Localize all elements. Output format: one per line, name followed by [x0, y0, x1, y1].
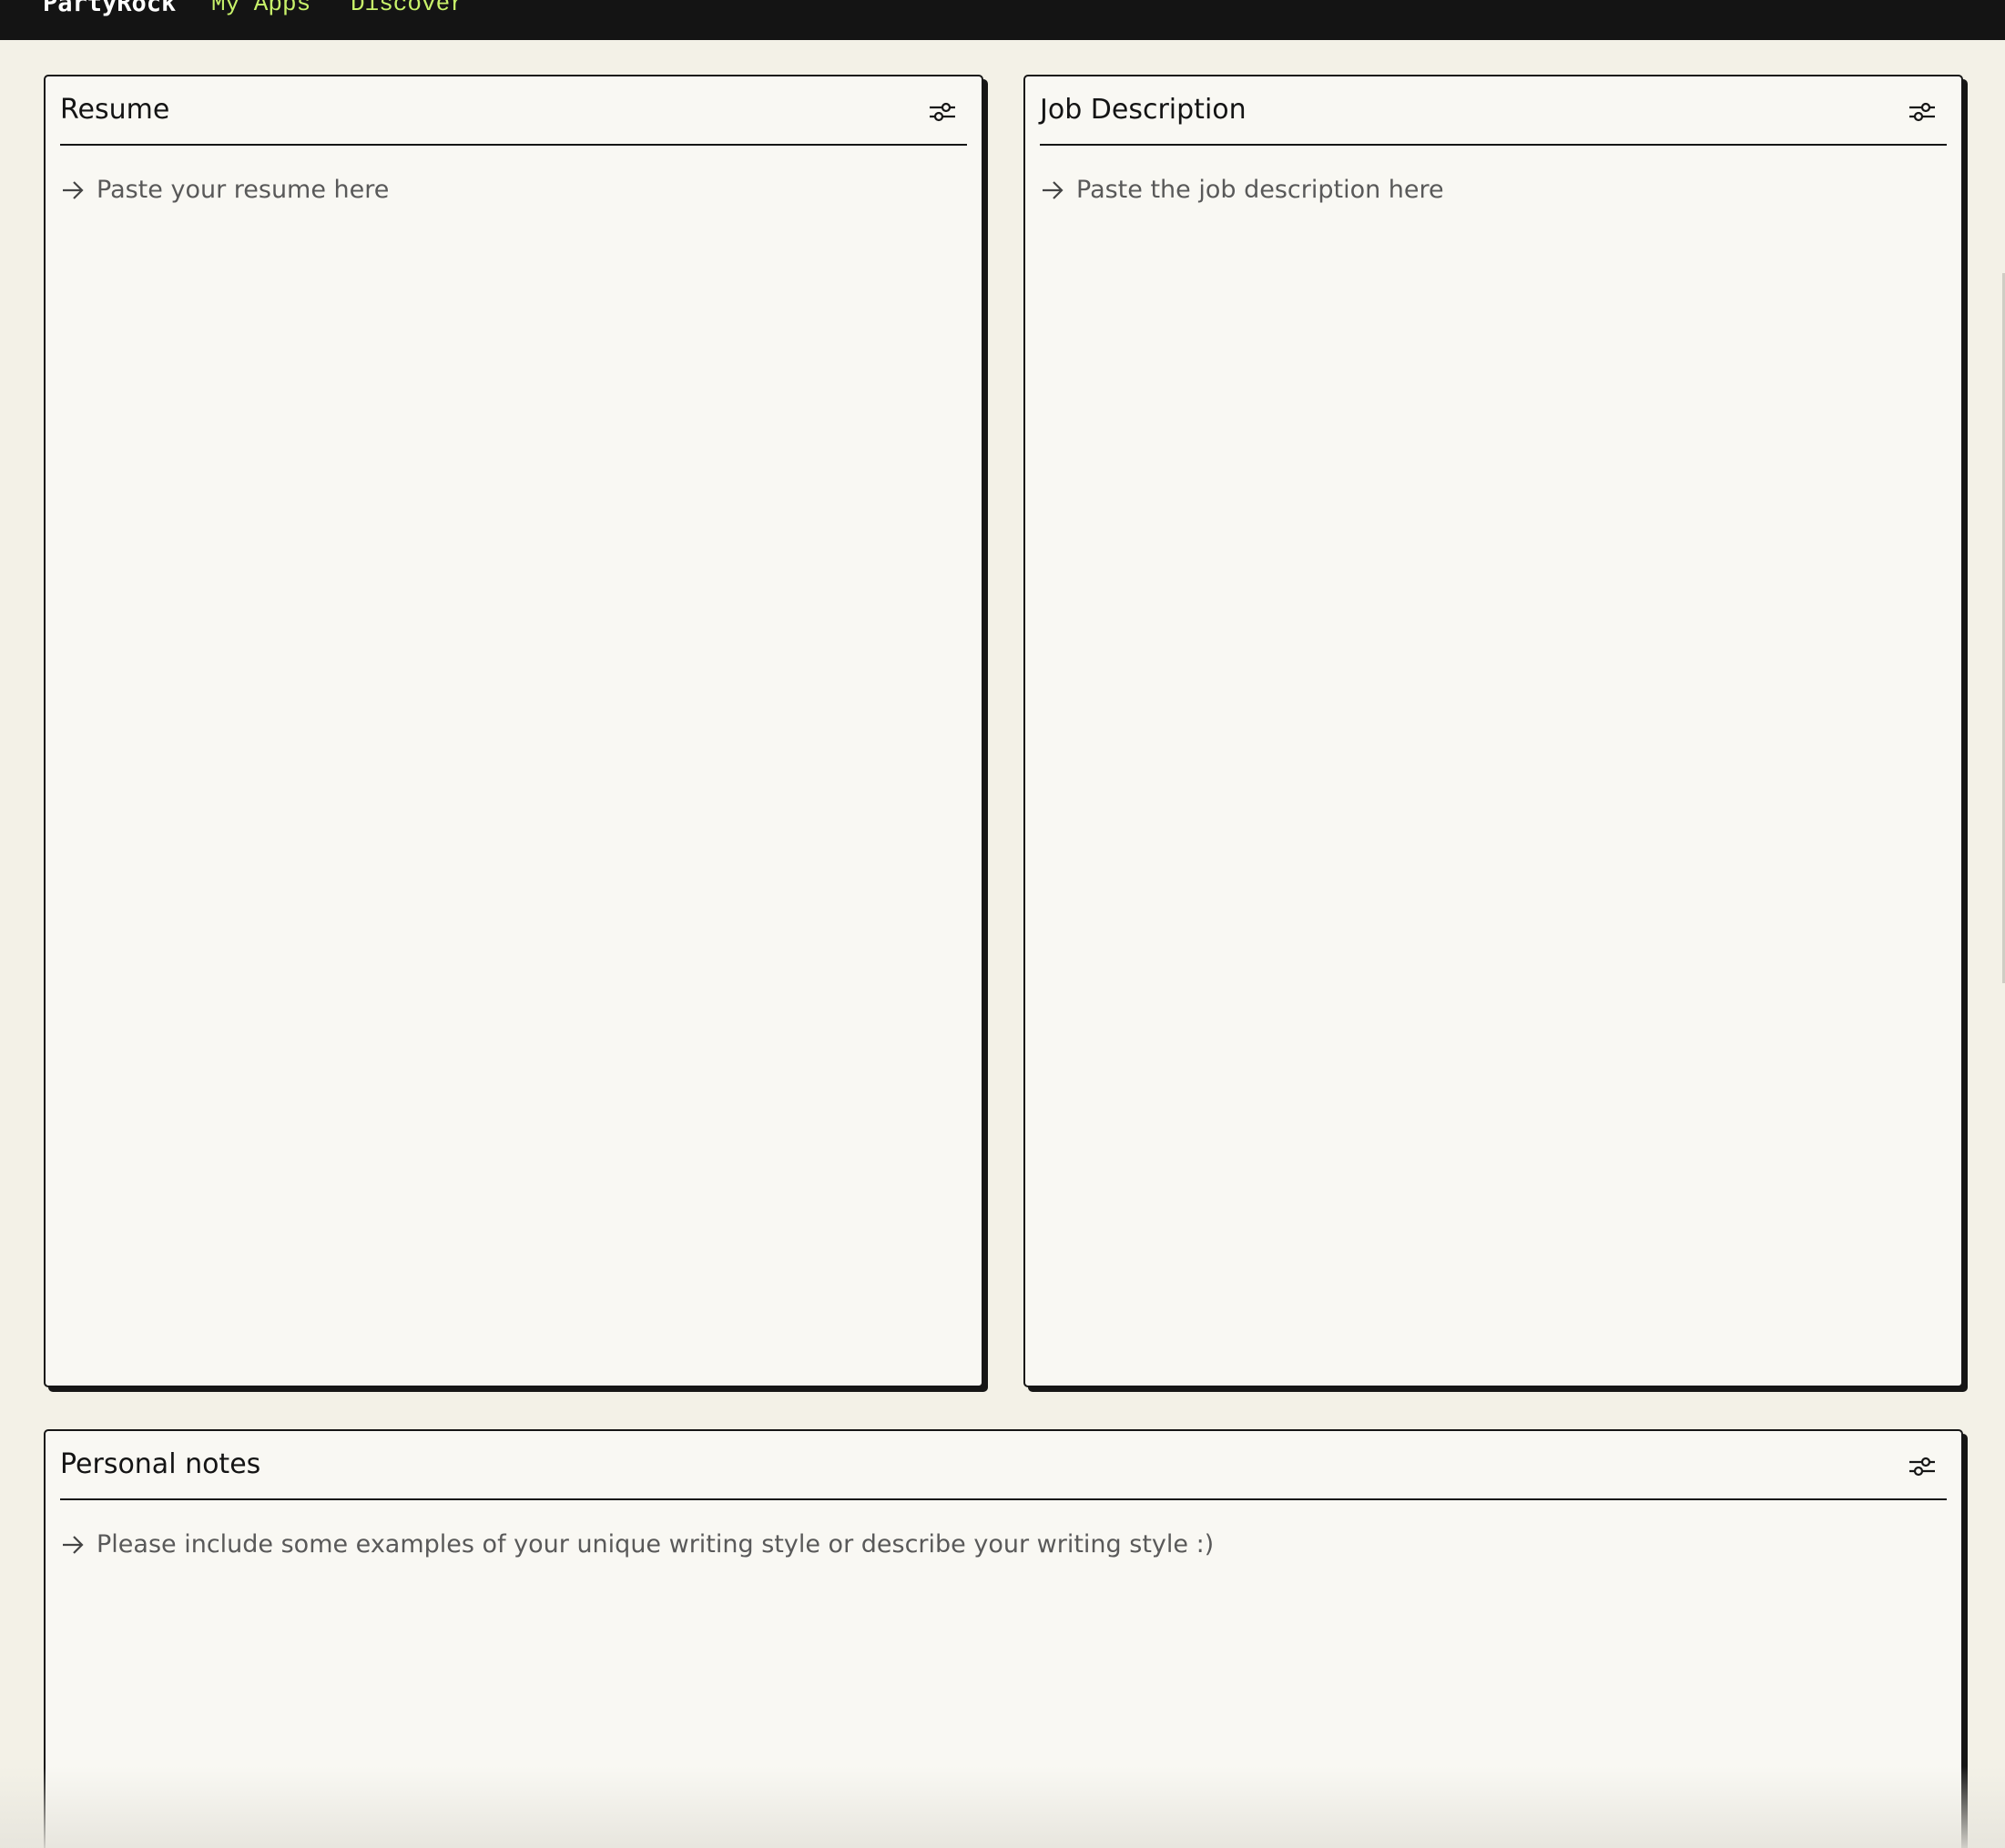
widget-header: Personal notes — [60, 1431, 1947, 1500]
job-description-placeholder: Paste the job description here — [1076, 176, 1444, 204]
resume-input[interactable]: Paste your resume here — [60, 168, 967, 213]
widget-title: Resume — [60, 94, 170, 126]
widget-resume: Resume Paste your resume here — [44, 75, 983, 1387]
sliders-icon — [1909, 102, 1935, 122]
sliders-icon — [930, 102, 955, 122]
nav-link-my-apps[interactable]: My Apps — [211, 0, 310, 20]
widget-settings-button[interactable] — [1907, 96, 1938, 127]
widget-title: Job Description — [1040, 94, 1247, 126]
widget-header: Job Description — [1040, 76, 1947, 146]
arrow-right-icon — [60, 178, 86, 203]
widget-settings-button[interactable] — [1907, 1451, 1938, 1482]
widget-settings-button[interactable] — [927, 96, 958, 127]
app-root: PartyRock My Apps Discover Resume Paste … — [0, 0, 2005, 1848]
resume-placeholder: Paste your resume here — [97, 176, 390, 204]
widget-title: Personal notes — [60, 1448, 261, 1480]
arrow-right-icon — [60, 1532, 86, 1558]
personal-notes-placeholder: Please include some examples of your uni… — [97, 1530, 1215, 1559]
sliders-icon — [1909, 1457, 1935, 1477]
widget-header: Resume — [60, 76, 967, 146]
top-nav-bar: PartyRock My Apps Discover — [0, 0, 2005, 40]
widget-job-description: Job Description Paste the job descriptio… — [1023, 75, 1963, 1387]
personal-notes-input[interactable]: Please include some examples of your uni… — [60, 1522, 1947, 1568]
widget-personal-notes: Personal notes Please include some examp… — [44, 1429, 1963, 1848]
nav-link-discover[interactable]: Discover — [351, 0, 464, 20]
arrow-right-icon — [1040, 178, 1065, 203]
brand-logo[interactable]: PartyRock — [43, 0, 176, 20]
job-description-input[interactable]: Paste the job description here — [1040, 168, 1947, 213]
